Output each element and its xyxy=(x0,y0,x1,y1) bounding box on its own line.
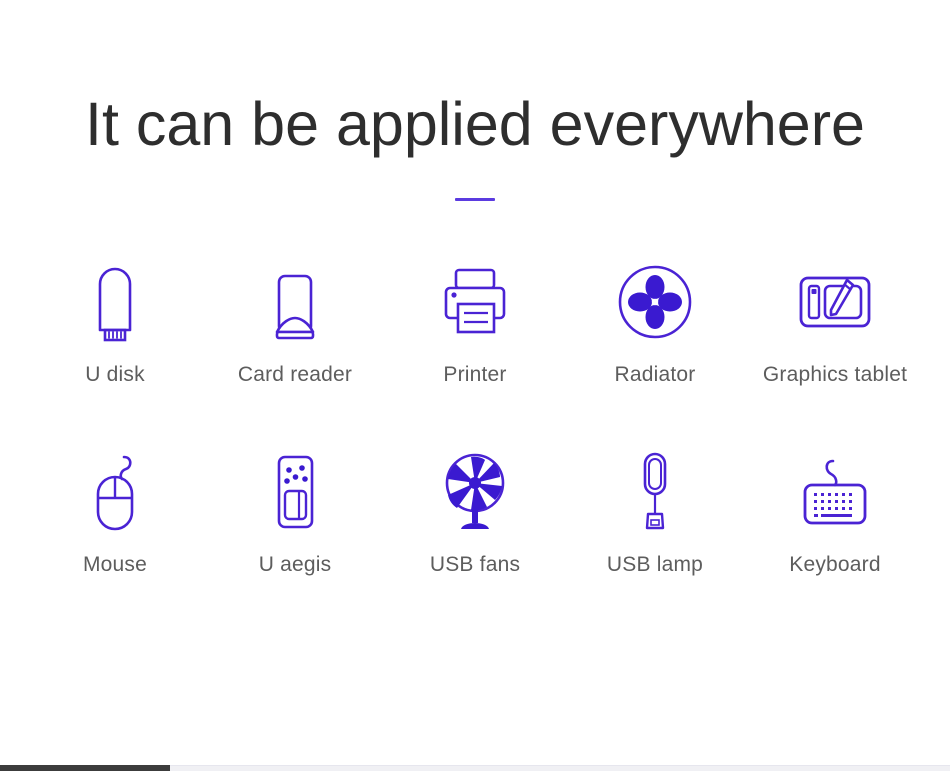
device-label: Keyboard xyxy=(789,553,881,577)
page-root: It can be applied everywhere U disk Card… xyxy=(0,0,950,771)
page-title: It can be applied everywhere xyxy=(85,90,865,158)
card-reader-icon xyxy=(275,274,315,340)
device-item-mouse[interactable]: Mouse xyxy=(25,449,205,577)
device-row: U disk Card reader Printer Radiator Grap… xyxy=(0,259,950,387)
icon-box xyxy=(617,259,693,345)
usb-lamp-icon xyxy=(643,452,667,530)
desk-fan-icon xyxy=(445,453,505,530)
icon-box xyxy=(437,449,513,535)
device-label: USB fans xyxy=(429,553,521,577)
radiator-fan-icon xyxy=(618,265,692,339)
title-divider xyxy=(455,198,495,202)
title-block: It can be applied everywhere xyxy=(0,0,950,202)
icon-box xyxy=(632,449,678,535)
icon-box xyxy=(795,449,875,535)
device-item-usb-lamp[interactable]: USB lamp xyxy=(565,449,745,577)
horizontal-scrollbar-thumb[interactable] xyxy=(0,765,170,771)
icon-box xyxy=(84,259,146,345)
mouse-icon xyxy=(96,455,134,531)
icon-box xyxy=(436,259,514,345)
device-item-card-reader[interactable]: Card reader xyxy=(205,259,385,387)
keyboard-icon xyxy=(803,459,867,525)
divider-wrap xyxy=(0,198,950,202)
icon-box xyxy=(795,259,875,345)
device-label: Graphics tablet xyxy=(762,363,908,387)
icon-box xyxy=(84,449,146,535)
device-label: Mouse xyxy=(82,553,148,577)
device-label: U disk xyxy=(85,363,145,387)
device-item-graphics-tablet[interactable]: Graphics tablet xyxy=(745,259,925,387)
icon-box xyxy=(266,449,324,535)
device-row: Mouse U aegis USB fans USB lamp Keyboard xyxy=(0,449,950,577)
device-label: U aegis xyxy=(258,553,332,577)
device-grid: U disk Card reader Printer Radiator Grap… xyxy=(0,259,950,577)
device-label: Radiator xyxy=(614,363,696,387)
device-label: Printer xyxy=(443,363,507,387)
printer-icon xyxy=(444,268,506,334)
icon-box xyxy=(264,259,326,345)
device-label: USB lamp xyxy=(606,553,704,577)
graphics-tablet-icon xyxy=(799,276,871,328)
device-item-usb-fans[interactable]: USB fans xyxy=(385,449,565,577)
usb-flash-drive-icon xyxy=(98,267,132,342)
horizontal-scrollbar-track[interactable] xyxy=(0,765,950,771)
device-item-u-disk[interactable]: U disk xyxy=(25,259,205,387)
u-aegis-icon xyxy=(277,455,314,529)
device-item-printer[interactable]: Printer xyxy=(385,259,565,387)
device-item-u-aegis[interactable]: U aegis xyxy=(205,449,385,577)
device-item-radiator[interactable]: Radiator xyxy=(565,259,745,387)
device-item-keyboard[interactable]: Keyboard xyxy=(745,449,925,577)
device-label: Card reader xyxy=(237,363,353,387)
